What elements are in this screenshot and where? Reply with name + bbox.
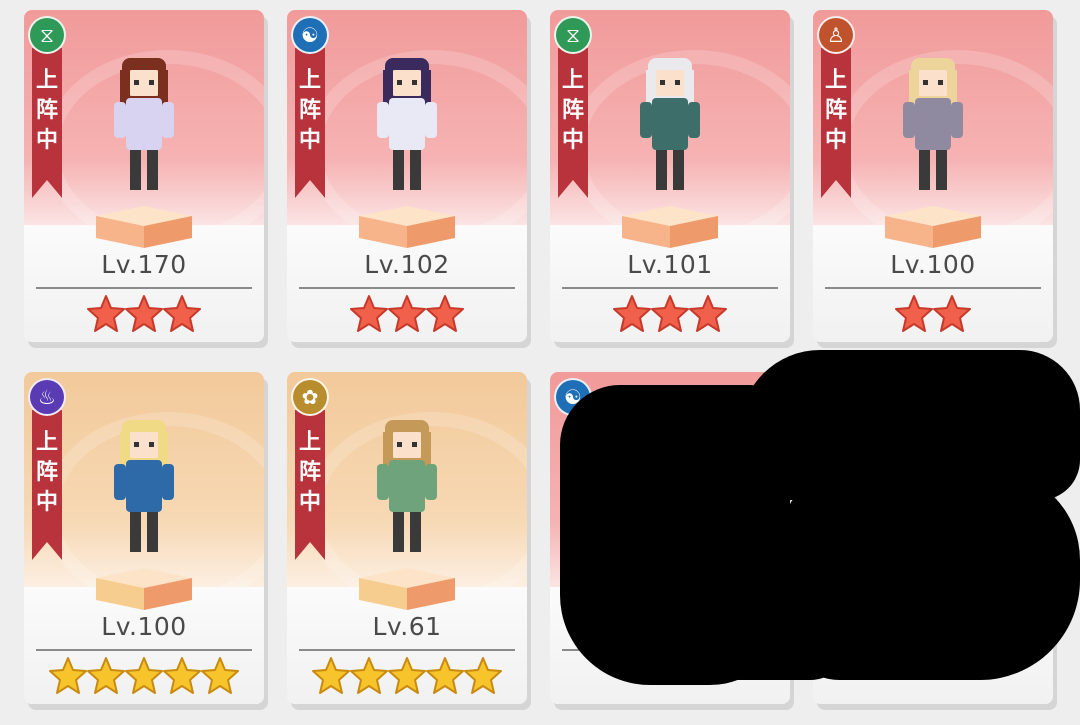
- star-icon: [163, 657, 201, 694]
- deployed-label-char: 中: [824, 128, 847, 153]
- deployed-label-char: 阵: [35, 98, 58, 123]
- star-rating: [24, 654, 264, 698]
- hero-sprite: [114, 420, 174, 552]
- deployed-label-char: 中: [561, 128, 584, 153]
- star-icon: [613, 295, 651, 332]
- deployed-label-char: 上: [561, 68, 584, 93]
- star-icon: [426, 295, 464, 332]
- lotus-icon: ✿: [291, 378, 329, 416]
- pedestal: [885, 206, 981, 248]
- deployed-label-char: 中: [298, 490, 321, 515]
- deployed-label-char: 阵: [824, 98, 847, 123]
- deployed-ribbon: 上阵中: [32, 410, 62, 560]
- pedestal: [96, 568, 192, 610]
- star-icon: [464, 657, 502, 694]
- deployed-label-char: 上: [824, 68, 847, 93]
- deployed-label-char: 中: [35, 490, 58, 515]
- hero-sprite: [114, 58, 174, 190]
- pedestal: [96, 206, 192, 248]
- star-icon: [350, 295, 388, 332]
- star-icon: [350, 657, 388, 694]
- hero-level: Lv.170: [101, 250, 187, 279]
- star-rating: [813, 292, 1053, 336]
- hero-card[interactable]: ♙ 上阵中 Lv.100: [813, 10, 1053, 342]
- divider: [36, 649, 252, 651]
- dna-icon: ⧖: [28, 16, 66, 54]
- redaction-scribble: [700, 560, 850, 680]
- divider: [825, 287, 1041, 289]
- deployed-label-char: 上: [35, 68, 58, 93]
- hero-sprite: [903, 58, 963, 190]
- deployed-label-char: 中: [35, 128, 58, 153]
- hero-roster-screen: ⧖ 上阵中 Lv.170 ☯ 上阵中 Lv.102 ⧖ 上阵中 Lv.101 ♙ 上阵中 Lv.100…: [0, 0, 1080, 725]
- dna-icon: ⧖: [554, 16, 592, 54]
- pedestal: [359, 206, 455, 248]
- divider: [562, 287, 778, 289]
- deployed-ribbon: 上阵中: [821, 48, 851, 198]
- deployed-label-char: 阵: [298, 98, 321, 123]
- deployed-label-char: 中: [298, 128, 321, 153]
- star-icon: [388, 295, 426, 332]
- star-rating: [24, 292, 264, 336]
- star-rating: [287, 654, 527, 698]
- star-icon: [87, 657, 125, 694]
- hero-card[interactable]: ✿ 上阵中 Lv.61: [287, 372, 527, 704]
- star-icon: [895, 295, 933, 332]
- deployed-ribbon: 上阵中: [295, 410, 325, 560]
- hero-level: Lv.102: [364, 250, 450, 279]
- hero-card[interactable]: ♨ 上阵中 Lv.100: [24, 372, 264, 704]
- star-rating: [287, 292, 527, 336]
- star-icon: [689, 295, 727, 332]
- divider: [299, 649, 515, 651]
- yin-yang-icon: ☯: [291, 16, 329, 54]
- star-icon: [125, 657, 163, 694]
- star-icon: [87, 295, 125, 332]
- pedestal: [359, 568, 455, 610]
- hero-sprite: [377, 420, 437, 552]
- hero-card[interactable]: ⧖ 上阵中 Lv.101: [550, 10, 790, 342]
- divider: [299, 287, 515, 289]
- pedestal: [622, 206, 718, 248]
- star-icon: [125, 295, 163, 332]
- purple-flame-icon: ♨: [28, 378, 66, 416]
- star-icon: [163, 295, 201, 332]
- deployed-label-char: 阵: [561, 98, 584, 123]
- hero-level: Lv.101: [627, 250, 713, 279]
- meditation-icon: ♙: [817, 16, 855, 54]
- star-icon: [388, 657, 426, 694]
- deployed-label-char: 阵: [35, 460, 58, 485]
- deployed-label-char: 阵: [298, 460, 321, 485]
- star-rating: [550, 292, 790, 336]
- star-icon: [201, 657, 239, 694]
- hero-card[interactable]: ☯ 上阵中 Lv.102: [287, 10, 527, 342]
- star-icon: [933, 295, 971, 332]
- deployed-label-char: 上: [298, 430, 321, 455]
- hero-level: Lv.100: [890, 250, 976, 279]
- deployed-label-char: 上: [35, 430, 58, 455]
- hero-level: Lv.61: [372, 612, 442, 641]
- hero-sprite: [640, 58, 700, 190]
- hero-sprite: [377, 58, 437, 190]
- star-icon: [651, 295, 689, 332]
- star-icon: [49, 657, 87, 694]
- divider: [36, 287, 252, 289]
- deployed-ribbon: 上阵中: [558, 48, 588, 198]
- deployed-label-char: 上: [298, 68, 321, 93]
- deployed-ribbon: 上阵中: [295, 48, 325, 198]
- hero-card[interactable]: ⧖ 上阵中 Lv.170: [24, 10, 264, 342]
- deployed-ribbon: 上阵中: [32, 48, 62, 198]
- hero-level: Lv.100: [101, 612, 187, 641]
- star-icon: [312, 657, 350, 694]
- star-icon: [426, 657, 464, 694]
